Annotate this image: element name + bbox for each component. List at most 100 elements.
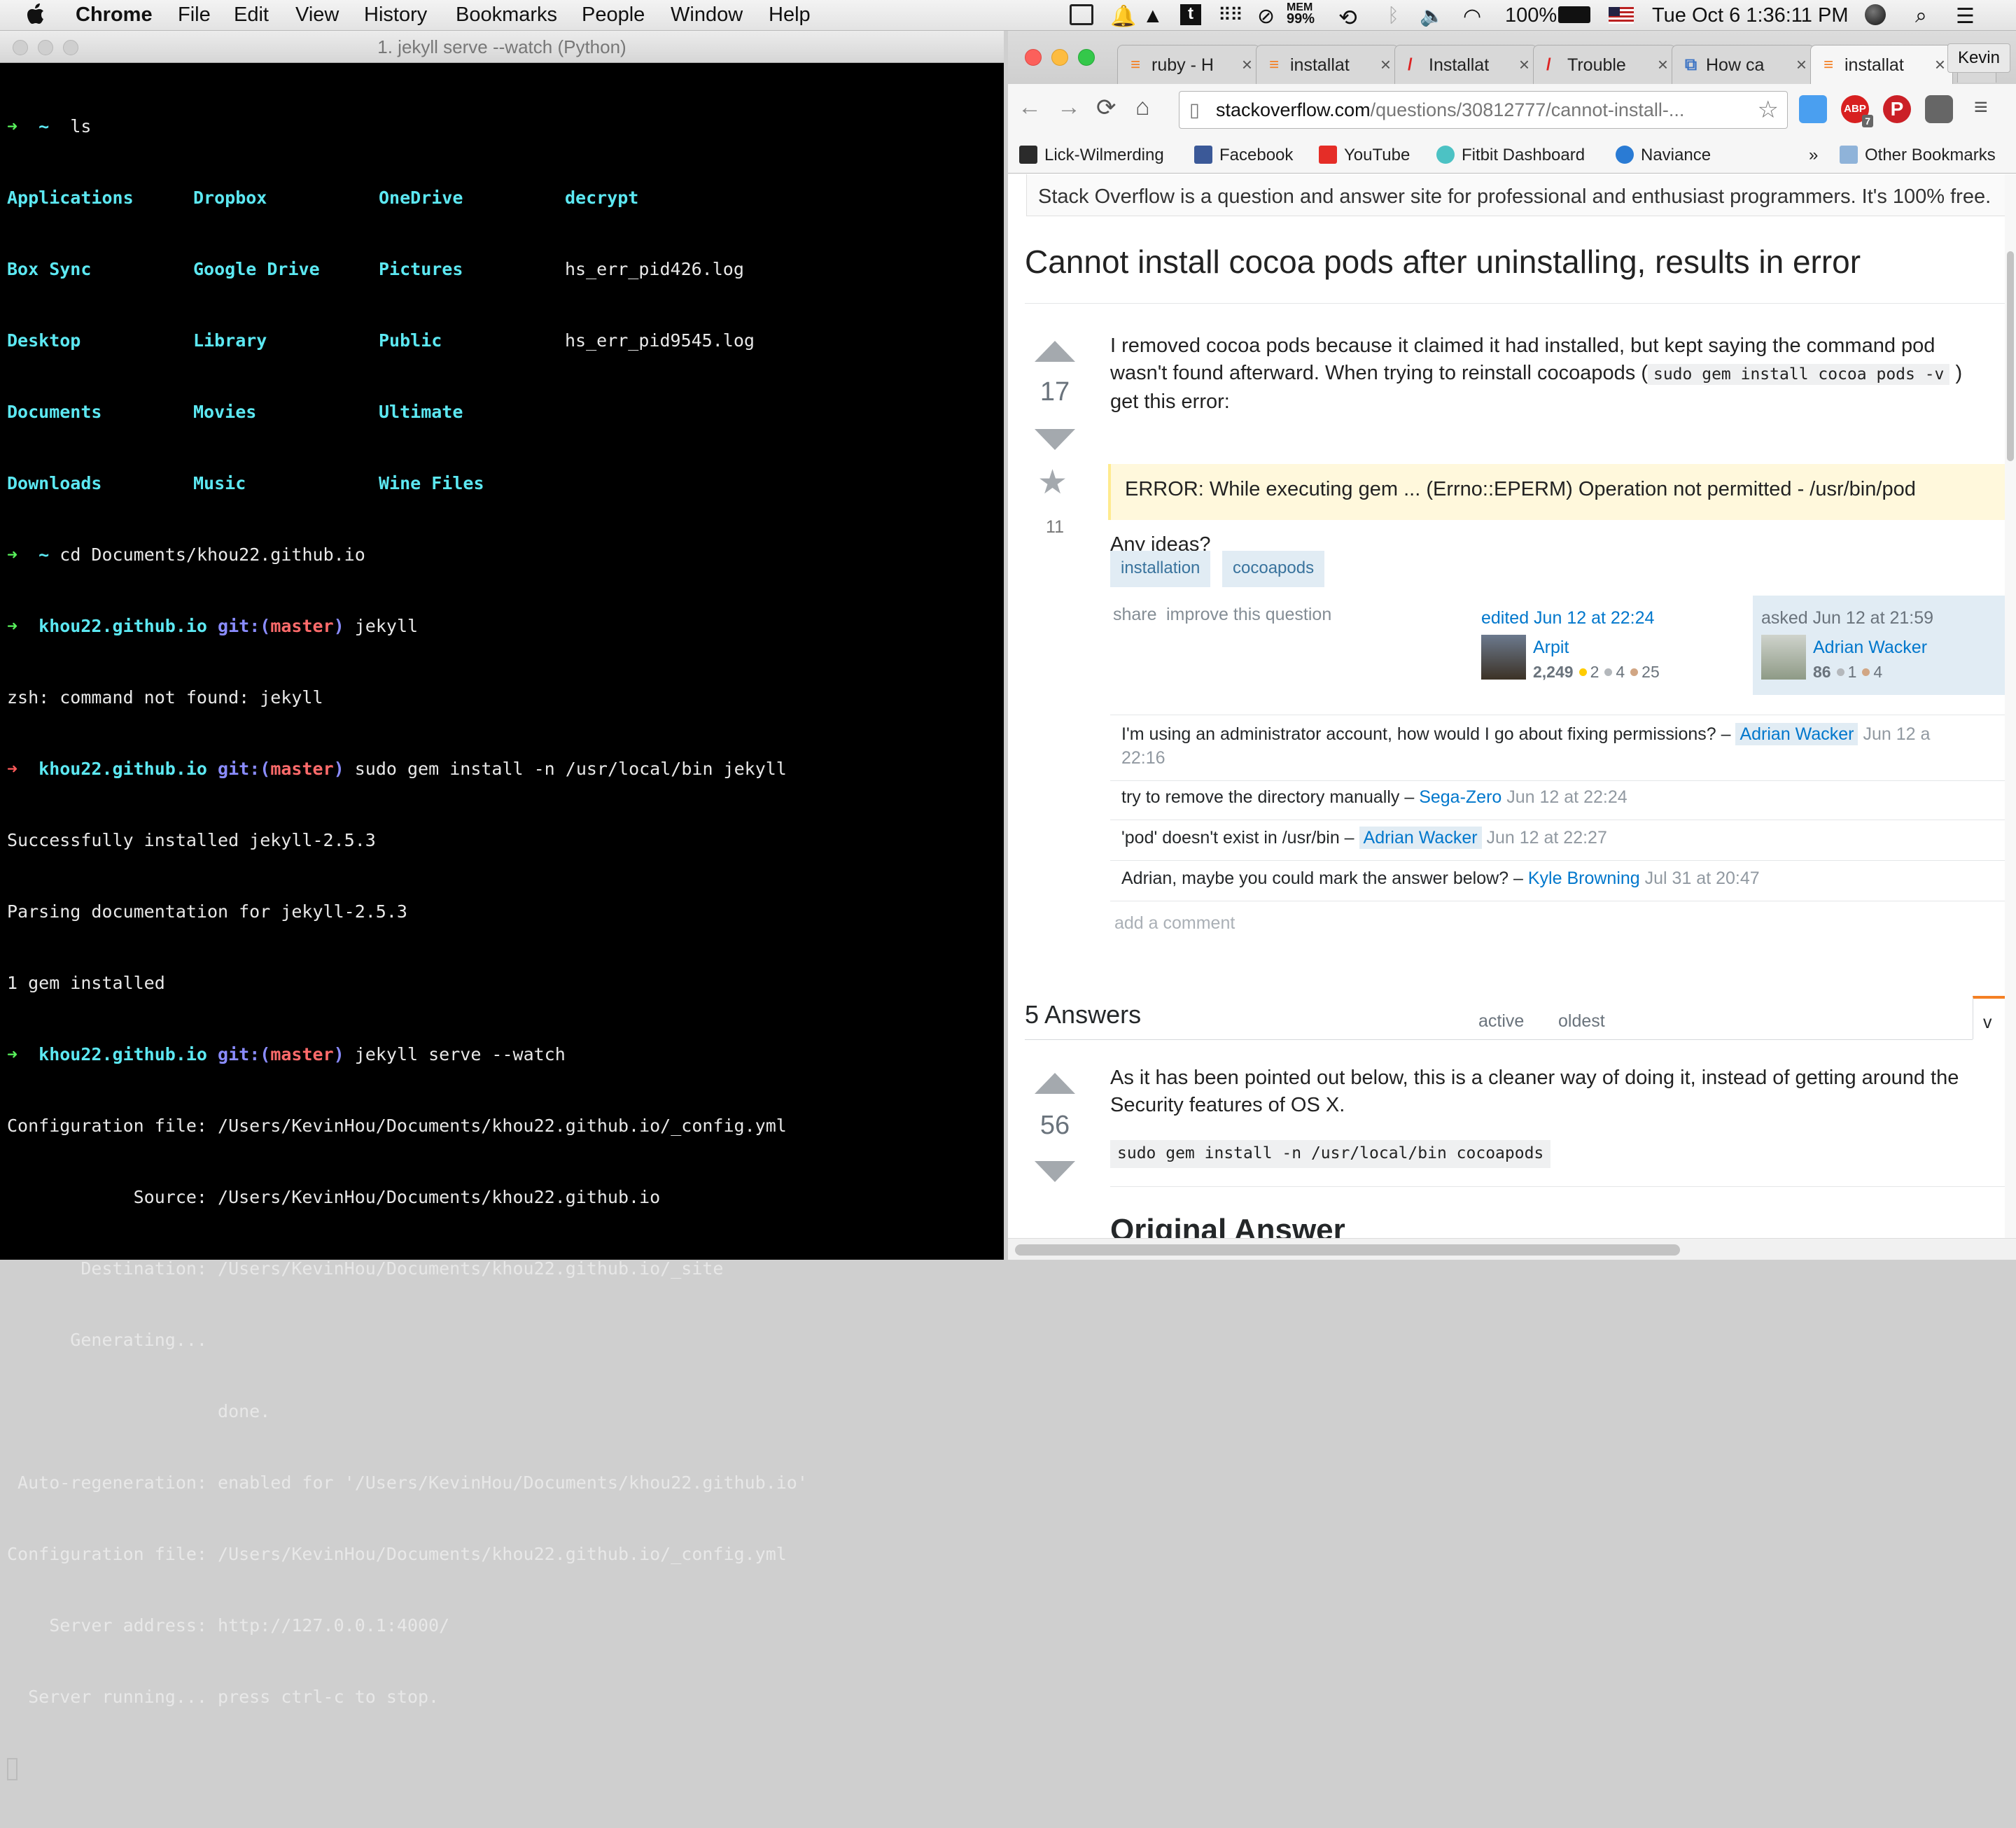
comment-user-link[interactable]: Sega-Zero: [1419, 787, 1502, 807]
comment-user-link[interactable]: Adrian Wacker: [1735, 723, 1858, 745]
notification-bell-icon[interactable]: 🔔: [1110, 4, 1136, 29]
text-expander-icon[interactable]: t: [1180, 4, 1201, 25]
comment-user-link[interactable]: Adrian Wacker: [1359, 827, 1482, 849]
url-path: /questions/30812777/cannot-install-...: [1370, 99, 1685, 120]
pocket-icon[interactable]: [1925, 95, 1953, 123]
scrollbar-thumb[interactable]: [2007, 251, 2014, 461]
menubar-clock[interactable]: Tue Oct 6 1:36:11 PM: [1652, 4, 1848, 27]
favorite-star-icon[interactable]: ★: [1037, 463, 1068, 502]
menu-people[interactable]: People: [582, 3, 645, 27]
tab-installation-2[interactable]: / Installat ×: [1394, 45, 1537, 84]
close-tab-icon[interactable]: ×: [1519, 54, 1530, 76]
tab-installation-1[interactable]: ≡ installat ×: [1256, 45, 1399, 84]
notification-center-icon[interactable]: ☰: [1956, 4, 1975, 29]
edited-link[interactable]: edited Jun 12 at 22:24: [1481, 608, 1654, 628]
horizontal-scrollbar[interactable]: [1008, 1238, 2016, 1260]
downvote-arrow-icon[interactable]: [1035, 429, 1075, 450]
editor-name[interactable]: Arpit: [1533, 638, 1569, 658]
us-flag-icon[interactable]: [1609, 7, 1634, 24]
spotlight-search-icon[interactable]: ⌕: [1915, 4, 1927, 28]
extension-icon[interactable]: [1799, 95, 1827, 123]
comment-date[interactable]: Jun 12 at 22:24: [1506, 787, 1627, 807]
comment-date[interactable]: Jun 12 a: [1863, 724, 1930, 744]
profile-button[interactable]: Kevin: [1947, 43, 2010, 73]
close-tab-icon[interactable]: ×: [1658, 54, 1668, 76]
comment-text: try to remove the directory manually –: [1121, 787, 1415, 807]
reload-button[interactable]: ⟳: [1096, 94, 1116, 122]
bookmark-naviance[interactable]: Naviance: [1616, 146, 1711, 165]
bookmark-star-icon[interactable]: ☆: [1758, 92, 1779, 128]
pinterest-icon[interactable]: P: [1883, 95, 1911, 123]
adblock-plus-icon[interactable]: ABP 7: [1841, 95, 1873, 127]
tag-installation[interactable]: installation: [1110, 551, 1211, 587]
question-title[interactable]: Cannot install cocoa pods after uninstal…: [1025, 243, 1861, 281]
memory-monitor: MEM 99%: [1287, 1, 1315, 27]
vertical-scrollbar[interactable]: [2005, 174, 2016, 1238]
sort-tab-active[interactable]: active: [1478, 1011, 1524, 1032]
terminal-window[interactable]: 1. jekyll serve --watch (Python) ➜ ~ ls …: [0, 31, 1004, 1780]
tab-active-installation[interactable]: ≡ installat ×: [1810, 45, 1953, 84]
terminal-output[interactable]: ➜ ~ ls Applications Dropbox OneDrive decryp…: [7, 67, 1004, 1780]
google-drive-icon[interactable]: ▲: [1142, 4, 1163, 28]
menu-edit[interactable]: Edit: [234, 3, 269, 27]
chrome-menu-icon[interactable]: ≡: [1974, 94, 1988, 121]
more-bookmarks-chevron[interactable]: »: [1809, 146, 1818, 165]
back-button[interactable]: ←: [1018, 94, 1042, 121]
sort-tab-oldest[interactable]: oldest: [1558, 1011, 1605, 1032]
close-tab-icon[interactable]: ×: [1935, 54, 1945, 76]
airplay-icon[interactable]: [1070, 4, 1093, 25]
time-machine-icon[interactable]: ⟲: [1338, 4, 1357, 31]
upvote-arrow-icon[interactable]: [1035, 1073, 1075, 1094]
menu-view[interactable]: View: [295, 3, 339, 27]
comment-date[interactable]: 22:16: [1121, 748, 1166, 768]
app-menu-chrome[interactable]: Chrome: [76, 3, 153, 27]
menu-file[interactable]: File: [178, 3, 211, 27]
volume-icon[interactable]: 🔈: [1420, 4, 1444, 27]
share-link[interactable]: share: [1113, 605, 1157, 625]
home-button[interactable]: ⌂: [1135, 94, 1150, 121]
downvote-arrow-icon[interactable]: [1035, 1161, 1075, 1182]
address-bar[interactable]: ▯ stackoverflow.com/questions/30812777/c…: [1179, 91, 1788, 129]
minimize-button[interactable]: [1051, 49, 1068, 66]
memory-value: 99%: [1287, 11, 1315, 27]
bookmark-label: Other Bookmarks: [1865, 146, 1996, 164]
bronze-badge-icon: [1630, 668, 1639, 676]
bluetooth-icon[interactable]: ᛒ: [1387, 4, 1399, 27]
tag-cocoapods[interactable]: cocoapods: [1222, 551, 1325, 587]
page-content[interactable]: Stack Overflow is a question and answer …: [1008, 174, 2016, 1238]
comment-date[interactable]: Jul 31 at 20:47: [1645, 869, 1760, 888]
tab-ruby[interactable]: ≡ ruby - H ×: [1117, 45, 1260, 84]
activity-grid-icon[interactable]: ⠿⠿: [1218, 4, 1243, 26]
close-tab-icon[interactable]: ×: [1796, 54, 1807, 76]
menu-bookmarks[interactable]: Bookmarks: [456, 3, 557, 27]
tab-troubleshooting[interactable]: / Trouble ×: [1533, 45, 1676, 84]
close-button[interactable]: [1025, 49, 1042, 66]
close-tab-icon[interactable]: ×: [1380, 54, 1391, 76]
wifi-icon[interactable]: ◠: [1463, 4, 1481, 29]
comment-date[interactable]: Jun 12 at 22:27: [1487, 828, 1607, 848]
asker-name[interactable]: Adrian Wacker: [1813, 638, 1927, 658]
asker-avatar[interactable]: [1761, 635, 1806, 680]
zoom-button[interactable]: [1078, 49, 1095, 66]
close-tab-icon[interactable]: ×: [1242, 54, 1252, 76]
upvote-arrow-icon[interactable]: [1035, 341, 1075, 362]
tab-how-can[interactable]: ⧉ How ca ×: [1672, 45, 1814, 84]
scrollbar-thumb[interactable]: [1015, 1244, 1680, 1256]
bookmark-lick-wilmerding[interactable]: Lick-Wilmerding: [1019, 146, 1164, 165]
battery-icon[interactable]: [1558, 6, 1590, 23]
editor-avatar[interactable]: [1481, 635, 1526, 680]
user-avatar-icon[interactable]: [1865, 4, 1886, 25]
menu-help[interactable]: Help: [769, 3, 811, 27]
comment-user-link[interactable]: Kyle Browning: [1528, 869, 1640, 888]
forward-button[interactable]: →: [1057, 94, 1081, 121]
improve-question-link[interactable]: improve this question: [1166, 605, 1331, 625]
menu-history[interactable]: History: [364, 3, 427, 27]
do-not-disturb-icon[interactable]: ⊘: [1257, 4, 1275, 29]
bookmark-fitbit[interactable]: Fitbit Dashboard: [1436, 146, 1585, 165]
other-bookmarks-folder[interactable]: Other Bookmarks: [1840, 146, 1996, 165]
apple-icon[interactable]: [27, 3, 45, 25]
menu-window[interactable]: Window: [671, 3, 743, 27]
add-comment-link[interactable]: add a comment: [1114, 913, 1235, 934]
bookmark-youtube[interactable]: YouTube: [1319, 146, 1410, 165]
bookmark-facebook[interactable]: Facebook: [1194, 146, 1293, 165]
